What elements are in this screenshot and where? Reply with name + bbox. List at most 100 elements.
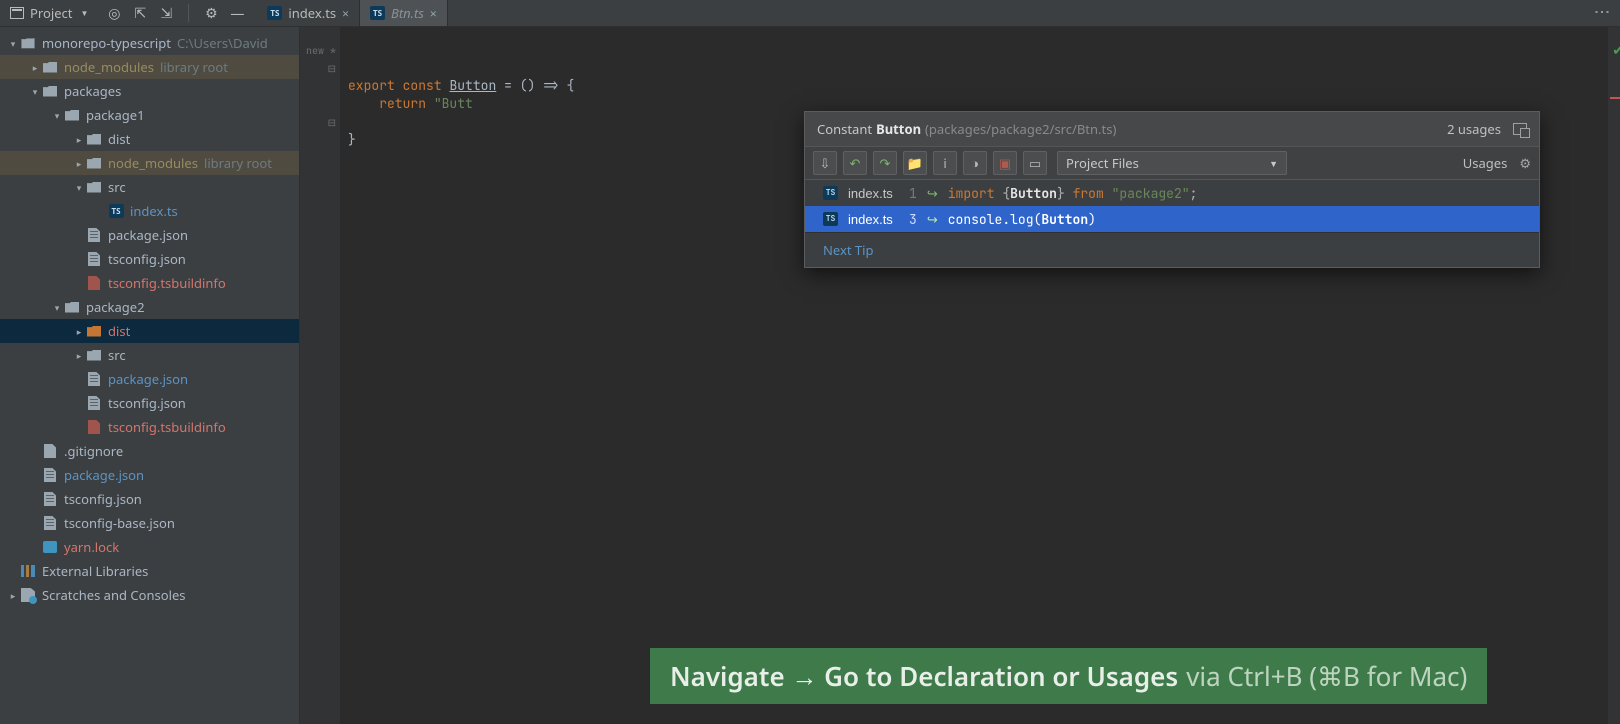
toolbar-icons: ◎ ⇱ ⇲ ⚙ —	[106, 4, 245, 22]
tree-row[interactable]: ▸ src	[0, 343, 299, 367]
project-tree[interactable]: ▾monorepo-typescriptC:\Users\David▸node_…	[0, 27, 299, 607]
collapse-all-icon[interactable]: ⇲	[158, 5, 174, 21]
tree-row[interactable]: yarn.lock	[0, 535, 299, 559]
tree-arrow-icon[interactable]: ▾	[28, 85, 42, 98]
usage-row[interactable]: index.ts3↪console.log(Button)	[805, 206, 1539, 232]
usage-row[interactable]: index.ts1↪import {Button} from "package2…	[805, 180, 1539, 206]
folder-icon	[86, 156, 102, 170]
usage-code: console.log(Button)	[948, 211, 1096, 228]
popup-settings-icon[interactable]: ⚙	[1519, 154, 1531, 172]
tree-row[interactable]: package.json	[0, 463, 299, 487]
ts-icon	[108, 204, 124, 218]
folder-icon	[64, 108, 80, 122]
tree-row[interactable]: ▾ package2	[0, 295, 299, 319]
tree-row[interactable]: ▾ packages	[0, 79, 299, 103]
tree-arrow-icon[interactable]: ▸	[72, 349, 86, 362]
usage-file: index.ts	[848, 186, 893, 201]
preview-icon[interactable]: ◑	[963, 151, 987, 175]
usages-count: 2 usages	[1447, 120, 1501, 138]
usage-line: 1	[903, 185, 917, 202]
tree-hint: C:\Users\David	[177, 34, 268, 52]
string-literal: "Butt	[434, 95, 473, 112]
tree-arrow-icon[interactable]: ▾	[72, 181, 86, 194]
project-tool-button[interactable]: Project ▼	[6, 4, 92, 22]
json-icon	[86, 252, 102, 266]
ts-file-icon	[823, 212, 838, 226]
tree-row[interactable]: ▸node_moduleslibrary root	[0, 151, 299, 175]
project-icon	[10, 7, 24, 19]
tree-row[interactable]: ▾ package1	[0, 103, 299, 127]
filter-icon[interactable]: ⇩	[813, 151, 837, 175]
editor-tab[interactable]: Btn.ts×	[360, 0, 448, 26]
fold-open-icon[interactable]: ⊟	[328, 62, 336, 75]
tree-row[interactable]: External Libraries	[0, 559, 299, 583]
tree-arrow-icon[interactable]: ▸	[72, 133, 86, 146]
editor[interactable]: new * ⊟ ⊟ export const Button = () => { …	[300, 27, 1620, 724]
tree-arrow-icon[interactable]: ▾	[50, 109, 64, 122]
tree-arrow-icon[interactable]: ▸	[72, 157, 86, 170]
open-folder-icon[interactable]: 📁	[903, 151, 927, 175]
tree-row[interactable]: ▾src	[0, 175, 299, 199]
editor-tab[interactable]: index.ts×	[257, 0, 360, 26]
tree-row[interactable]: ▾monorepo-typescriptC:\Users\David	[0, 31, 299, 55]
pin-icon[interactable]: ▭	[1023, 151, 1047, 175]
tree-arrow-icon[interactable]: ▸	[72, 325, 86, 338]
tree-row[interactable]: tsconfig-base.json	[0, 511, 299, 535]
tree-row[interactable]: ▸ Scratches and Consoles	[0, 583, 299, 607]
tree-row[interactable]: ▸ dist	[0, 319, 299, 343]
tree-label: packages	[64, 82, 121, 100]
tree-arrow-icon[interactable]: ▾	[50, 301, 64, 314]
folder-root-icon	[20, 36, 36, 50]
tree-row[interactable]: index.ts	[0, 199, 299, 223]
tree-arrow-icon[interactable]: ▾	[6, 37, 20, 50]
tree-label: node_modules	[64, 58, 154, 76]
settings-gear-icon[interactable]: ⚙	[203, 5, 219, 21]
tree-arrow-icon[interactable]: ▸	[6, 589, 20, 602]
tree-row[interactable]: tsconfig.tsbuildinfo	[0, 415, 299, 439]
tree-row[interactable]: ▸dist	[0, 127, 299, 151]
editor-more-actions[interactable]: ⋮	[1592, 4, 1614, 21]
inspection-ok-icon[interactable]: ✔	[1612, 41, 1620, 60]
tree-row[interactable]: tsconfig.tsbuildinfo	[0, 271, 299, 295]
tree-row[interactable]: package.json	[0, 223, 299, 247]
tree-row[interactable]: tsconfig.json	[0, 391, 299, 415]
tree-label: package1	[86, 106, 145, 124]
tree-row[interactable]: tsconfig.json	[0, 487, 299, 511]
info-icon[interactable]: i	[933, 151, 957, 175]
usage-filter-icon[interactable]: ▣	[993, 151, 1017, 175]
json-icon	[42, 468, 58, 482]
symbol-button[interactable]: Button	[449, 77, 496, 94]
hide-tool-window-icon[interactable]: —	[229, 5, 245, 21]
folder-icon	[42, 84, 58, 98]
open-in-tool-window-icon[interactable]	[1513, 123, 1527, 135]
tree-row[interactable]: ▸node_moduleslibrary root	[0, 55, 299, 79]
tree-row[interactable]: package.json	[0, 367, 299, 391]
next-tip-link[interactable]: Next Tip	[823, 241, 873, 259]
tree-label: Scratches and Consoles	[42, 586, 186, 604]
project-label: Project	[30, 4, 72, 22]
fold-close-icon[interactable]: ⊟	[328, 116, 336, 129]
close-tab-icon[interactable]: ×	[430, 5, 437, 22]
kw-const: const	[403, 77, 442, 94]
prev-occurrence-icon[interactable]: ↶	[843, 151, 867, 175]
scratch-icon	[20, 588, 36, 602]
dropdown-icon: ▼	[1269, 157, 1278, 170]
tree-label: package2	[86, 298, 145, 316]
tree-row[interactable]: tsconfig.json	[0, 247, 299, 271]
tree-label: src	[108, 346, 126, 364]
tree-label: dist	[108, 322, 130, 340]
folder-icon	[64, 300, 80, 314]
tree-arrow-icon[interactable]: ▸	[28, 61, 42, 74]
nav-arrow-icon: ↪	[927, 185, 938, 202]
json-icon	[86, 228, 102, 242]
error-stripe[interactable]	[1610, 97, 1620, 99]
scope-selector[interactable]: Project Files ▼	[1057, 151, 1287, 175]
close-tab-icon[interactable]: ×	[342, 5, 349, 22]
dropdown-icon: ▼	[80, 8, 88, 19]
select-opened-file-icon[interactable]: ◎	[106, 5, 122, 21]
tree-hint: library root	[204, 154, 272, 172]
git-icon	[42, 444, 58, 458]
next-occurrence-icon[interactable]: ↷	[873, 151, 897, 175]
expand-all-icon[interactable]: ⇱	[132, 5, 148, 21]
tree-row[interactable]: .gitignore	[0, 439, 299, 463]
